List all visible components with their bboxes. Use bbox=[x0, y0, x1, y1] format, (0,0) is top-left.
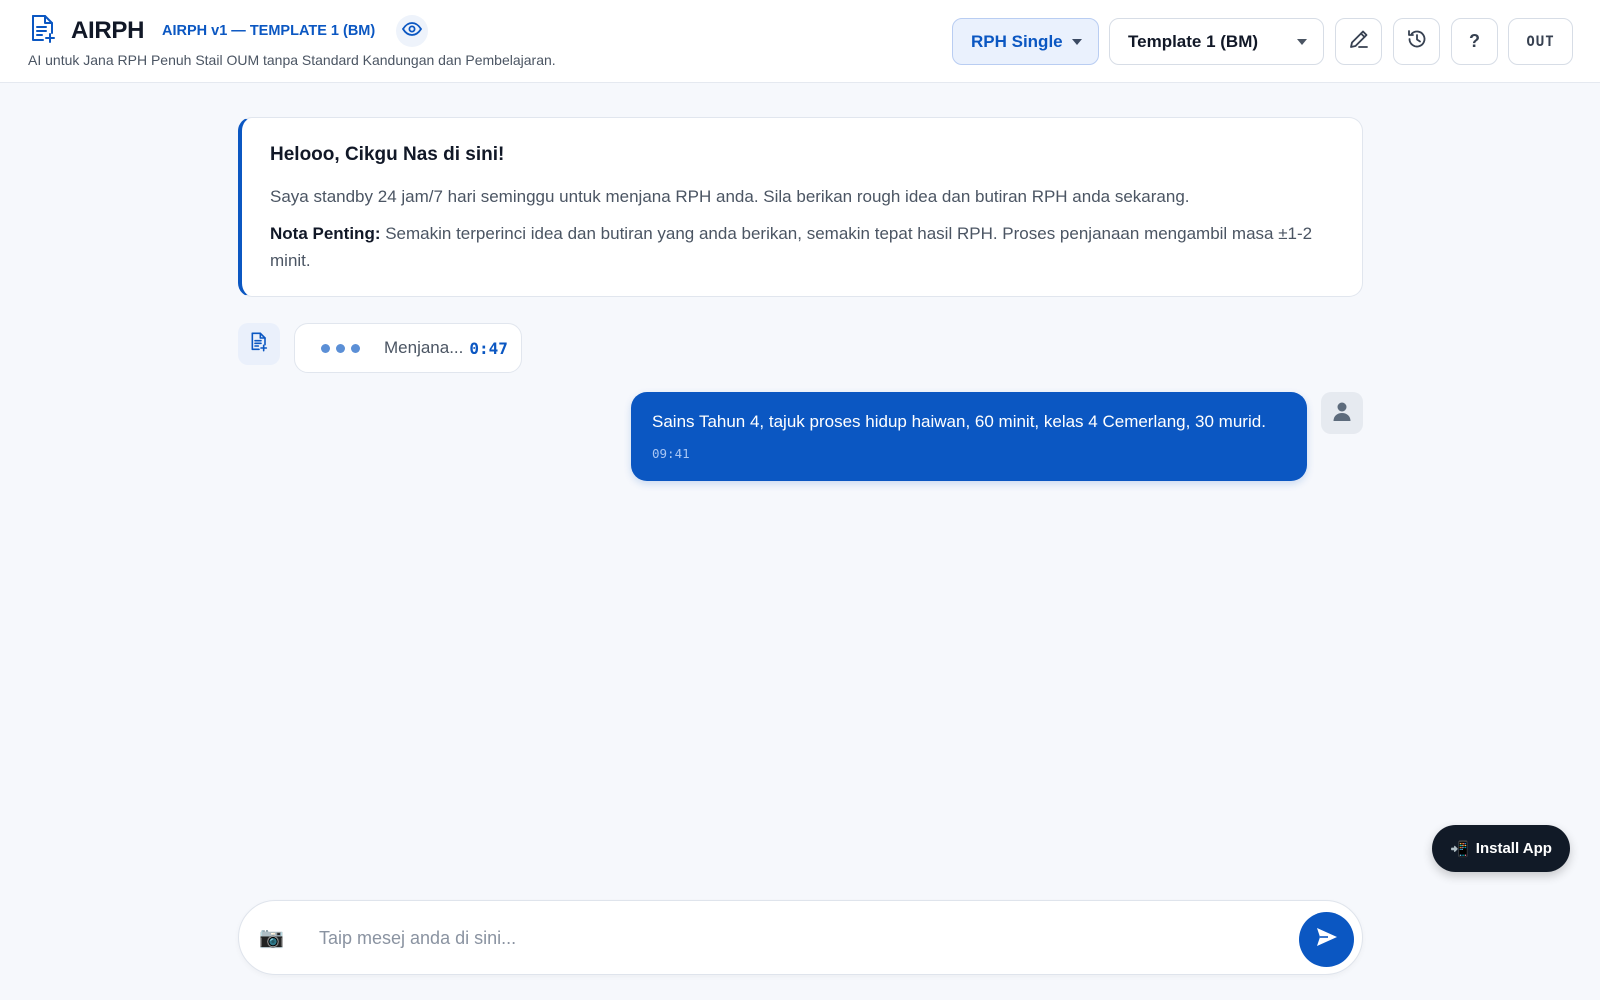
generating-indicator: Menjana... 0:47 bbox=[294, 323, 522, 373]
edit-button[interactable] bbox=[1335, 18, 1382, 65]
help-label: ? bbox=[1469, 31, 1480, 51]
install-icon: 📲 bbox=[1450, 840, 1469, 858]
chevron-down-icon bbox=[1297, 39, 1307, 45]
note-text: Semakin terperinci idea dan butiran yang… bbox=[270, 224, 1313, 270]
install-app-label: Install App bbox=[1475, 840, 1552, 857]
note-label: Nota Penting: bbox=[270, 224, 381, 243]
bot-avatar bbox=[238, 323, 280, 365]
pencil-icon bbox=[1348, 28, 1370, 55]
camera-icon[interactable]: 📷 bbox=[259, 925, 287, 951]
welcome-body: Saya standby 24 jam/7 hari seminggu untu… bbox=[270, 187, 1190, 206]
history-icon bbox=[1406, 28, 1428, 55]
welcome-heading: Helooo, Cikgu Nas di sini! bbox=[270, 144, 505, 165]
typing-dot bbox=[336, 343, 345, 353]
user-avatar bbox=[1321, 392, 1363, 434]
mode-select-value: RPH Single bbox=[971, 31, 1063, 51]
help-button[interactable]: ? bbox=[1451, 18, 1498, 65]
version-label: AIRPH v1 — TEMPLATE 1 (BM) bbox=[162, 23, 376, 39]
welcome-note: Nota Penting: Semakin terperinci idea da… bbox=[270, 220, 1334, 274]
app-header: AIRPH AIRPH v1 — TEMPLATE 1 (BM) AI untu… bbox=[0, 0, 1600, 83]
document-icon bbox=[28, 14, 58, 44]
install-app-button[interactable]: 📲 Install App bbox=[1432, 825, 1570, 872]
history-button[interactable] bbox=[1393, 18, 1440, 65]
message-input[interactable] bbox=[319, 919, 1219, 957]
app-subtitle: AI untuk Jana RPH Penuh Stail OUM tanpa … bbox=[28, 52, 556, 68]
eye-icon bbox=[401, 21, 423, 41]
user-message-text: Sains Tahun 4, tajuk proses hidup haiwan… bbox=[652, 412, 1266, 431]
chevron-down-icon bbox=[1072, 39, 1082, 45]
document-icon bbox=[249, 332, 269, 357]
user-message: Sains Tahun 4, tajuk proses hidup haiwan… bbox=[631, 392, 1307, 481]
template-select[interactable]: Template 1 (BM) bbox=[1109, 18, 1324, 65]
template-select-value: Template 1 (BM) bbox=[1128, 31, 1259, 51]
preview-button[interactable] bbox=[396, 15, 428, 47]
user-message-time: 09:41 bbox=[652, 446, 690, 461]
user-icon bbox=[1331, 400, 1353, 427]
generating-label: Menjana... bbox=[384, 338, 464, 357]
generating-timer: 0:47 bbox=[469, 338, 508, 358]
typing-dot bbox=[321, 343, 330, 353]
message-composer: 📷 bbox=[238, 900, 1363, 975]
app-title: AIRPH bbox=[71, 17, 145, 44]
logout-label: OUT bbox=[1526, 33, 1555, 50]
send-button[interactable] bbox=[1299, 912, 1354, 967]
welcome-card: Helooo, Cikgu Nas di sini! Saya standby … bbox=[238, 117, 1363, 297]
mode-select[interactable]: RPH Single bbox=[952, 18, 1099, 65]
send-icon bbox=[1316, 927, 1338, 952]
typing-dot bbox=[351, 343, 360, 353]
logout-button[interactable]: OUT bbox=[1508, 18, 1573, 65]
